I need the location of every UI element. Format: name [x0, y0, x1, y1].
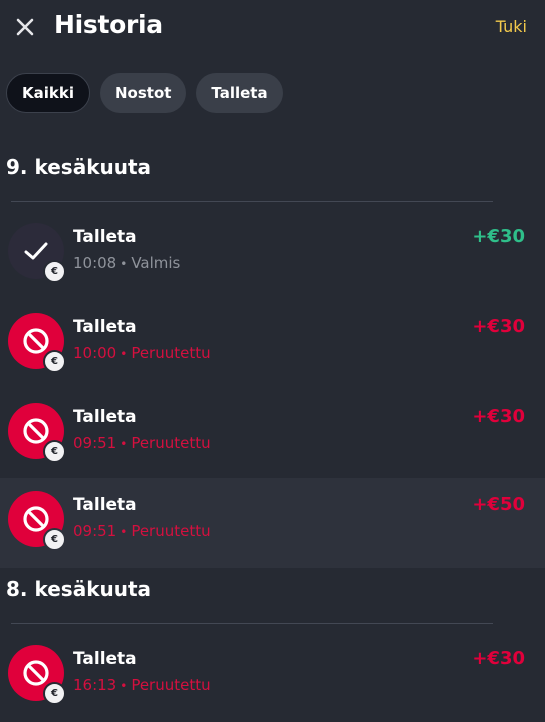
close-icon[interactable] [13, 15, 37, 39]
header: Historia Tuki [0, 0, 545, 56]
filter-withdrawals[interactable]: Nostot [99, 73, 187, 113]
transaction-time: 10:00 [73, 344, 117, 362]
filter-all[interactable]: Kaikki [6, 73, 90, 113]
page-title: Historia [54, 10, 163, 39]
transaction-row[interactable]: € Talleta 09:51 • Peruutettu +€50 [0, 478, 545, 568]
transaction-meta: 16:13 • Peruutettu [73, 676, 211, 694]
transaction-status: Peruutettu [131, 676, 211, 694]
transaction-amount: +€30 [472, 316, 525, 337]
transaction-meta: 09:51 • Peruutettu [73, 434, 211, 452]
transaction-row[interactable]: € Talleta 10:00 • Peruutettu +€30 [0, 300, 545, 390]
transaction-label: Talleta [73, 317, 137, 337]
divider [11, 623, 493, 624]
filter-tabs: Kaikki Nostot Talleta [6, 73, 283, 113]
filter-deposits[interactable]: Talleta [196, 73, 283, 113]
euro-icon: € [43, 682, 66, 705]
transaction-label: Talleta [73, 649, 137, 669]
transaction-meta: 10:00 • Peruutettu [73, 344, 211, 362]
transaction-amount: +€30 [472, 648, 525, 669]
transaction-meta: 09:51 • Peruutettu [73, 522, 211, 540]
transaction-row[interactable]: € Talleta 10:08 • Valmis +€30 [0, 210, 545, 300]
transaction-row[interactable]: € Talleta 16:13 • Peruutettu +€30 [0, 632, 545, 722]
euro-icon: € [43, 350, 66, 373]
transaction-amount: +€30 [472, 406, 525, 427]
transaction-status: Peruutettu [131, 522, 211, 540]
transaction-label: Talleta [73, 227, 137, 247]
euro-icon: € [43, 528, 66, 551]
transaction-amount: +€50 [472, 494, 525, 515]
date-heading: 9. kesäkuuta [6, 155, 152, 179]
transaction-status: Valmis [131, 254, 181, 272]
transaction-amount: +€30 [472, 226, 525, 247]
divider [11, 201, 493, 202]
transaction-row[interactable]: € Talleta 09:51 • Peruutettu +€30 [0, 390, 545, 480]
transaction-status: Peruutettu [131, 344, 211, 362]
transaction-label: Talleta [73, 407, 137, 427]
transaction-status: Peruutettu [131, 434, 211, 452]
support-link[interactable]: Tuki [496, 17, 527, 36]
transaction-time: 09:51 [73, 434, 117, 452]
euro-icon: € [43, 260, 66, 283]
date-heading: 8. kesäkuuta [6, 577, 152, 601]
transaction-time: 10:08 [73, 254, 117, 272]
transaction-label: Talleta [73, 495, 137, 515]
transaction-time: 09:51 [73, 522, 117, 540]
transaction-meta: 10:08 • Valmis [73, 254, 181, 272]
transaction-time: 16:13 [73, 676, 117, 694]
euro-icon: € [43, 440, 66, 463]
